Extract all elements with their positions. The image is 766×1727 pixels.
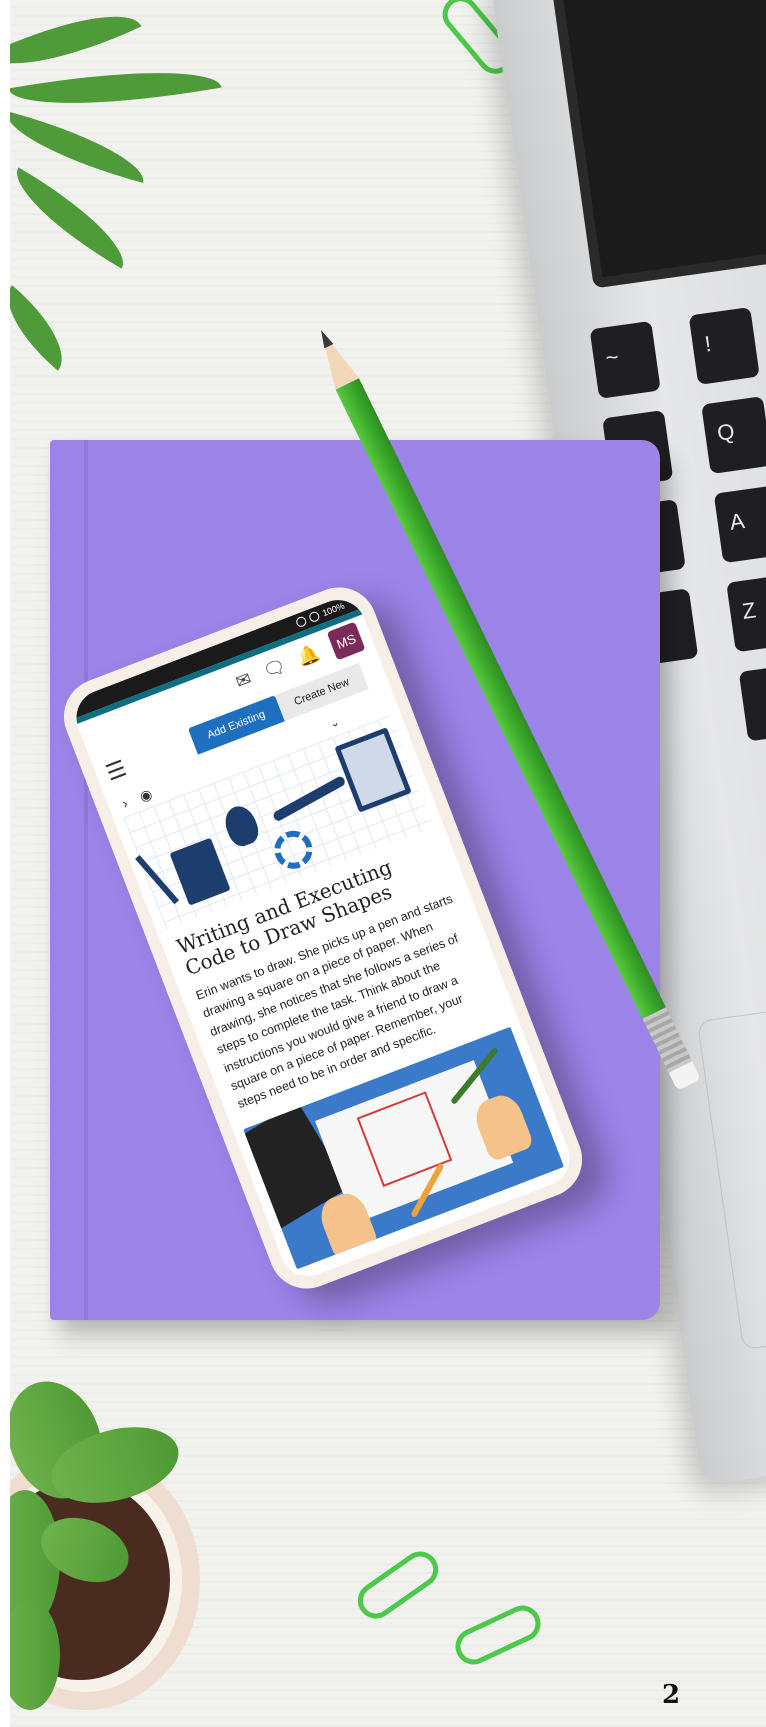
- phone-wrapper: 100% ✉ 🗨 🔔 MS ☰ Add Existing Create New …: [52, 576, 598, 1300]
- eye-icon[interactable]: ◉: [137, 785, 154, 805]
- keyboard-key: A: [713, 485, 766, 564]
- page-margin: [0, 0, 10, 1727]
- keyboard-key: Z: [726, 574, 766, 653]
- bell-icon[interactable]: 🔔: [294, 642, 322, 670]
- chevron-right-icon[interactable]: ›: [120, 795, 130, 812]
- phone-screen: 100% ✉ 🗨 🔔 MS ☰ Add Existing Create New …: [68, 591, 578, 1285]
- lightbulb-icon: [220, 801, 263, 850]
- desk-photo: ~ ! Q A Z 100% ✉ 🗨 🔔 MS ☰ Add Existing C…: [10, 0, 766, 1727]
- calculator-icon: [169, 837, 231, 906]
- keyboard-key: [738, 663, 766, 742]
- wrench-icon: [271, 774, 347, 823]
- keyboard-key: Q: [701, 396, 766, 475]
- status-icon: [307, 610, 321, 624]
- mail-icon[interactable]: ✉: [233, 668, 255, 693]
- smartphone: 100% ✉ 🗨 🔔 MS ☰ Add Existing Create New …: [52, 576, 594, 1300]
- chat-icon[interactable]: 🗨: [260, 655, 289, 683]
- keyboard-key: !: [688, 306, 760, 385]
- monitor-icon: [334, 727, 412, 813]
- status-icon: [294, 615, 308, 629]
- hamburger-icon[interactable]: ☰: [102, 755, 130, 786]
- keyboard-key: ~: [589, 320, 661, 399]
- avatar[interactable]: MS: [326, 621, 366, 661]
- gear-icon: [268, 825, 318, 875]
- page-number: 2: [661, 1680, 681, 1710]
